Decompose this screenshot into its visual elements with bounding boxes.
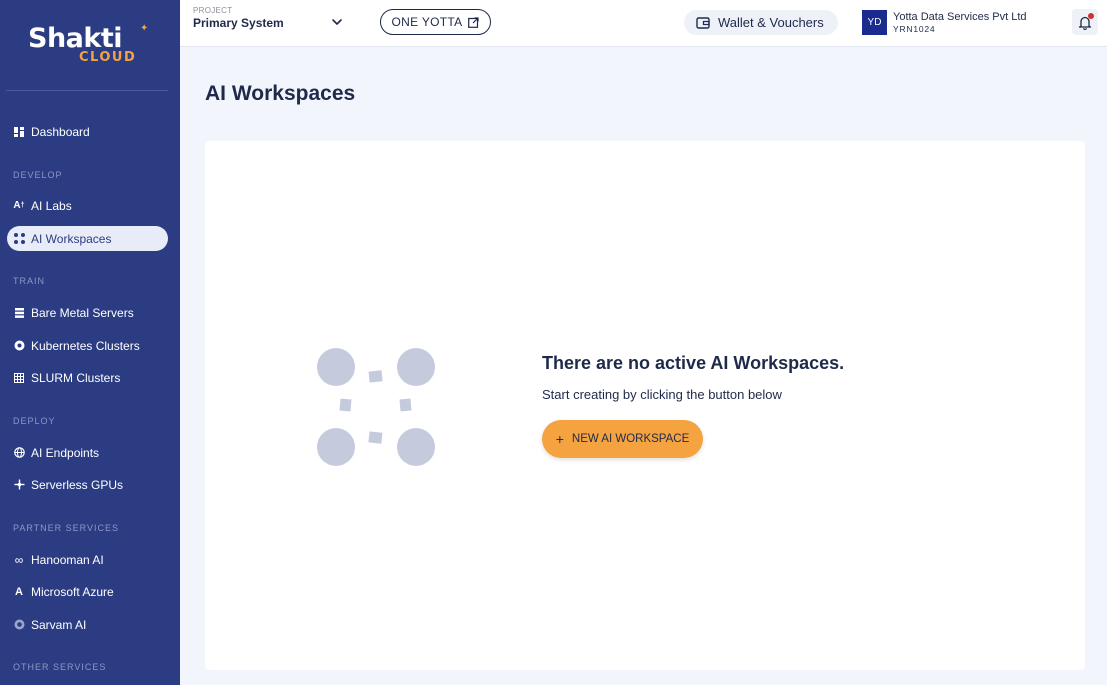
org-id: YRN1024 bbox=[893, 24, 936, 34]
sidebar-item-ai-workspaces[interactable]: AI Workspaces bbox=[7, 226, 168, 251]
sidebar-item-label: Microsoft Azure bbox=[31, 584, 114, 599]
project-value: Primary System bbox=[193, 16, 284, 30]
sidebar-item-serverless-gpus[interactable]: Serverless GPUs bbox=[7, 472, 168, 497]
section-train: TRAIN bbox=[13, 276, 45, 286]
project-label: PROJECT bbox=[193, 6, 233, 15]
chevron-down-icon[interactable] bbox=[330, 15, 344, 29]
sidebar-item-kubernetes-clusters[interactable]: Kubernetes Clusters bbox=[7, 333, 168, 358]
azure-icon: A bbox=[15, 585, 23, 598]
org-name[interactable]: Yotta Data Services Pvt Ltd bbox=[893, 11, 1027, 23]
wallet-label: Wallet & Vouchers bbox=[718, 15, 824, 30]
sidebar: Shakti ✦ CLOUD Dashboard DEVELOP A † AI L… bbox=[0, 0, 180, 685]
sidebar-item-label: Kubernetes Clusters bbox=[31, 338, 140, 353]
section-partner-services: PARTNER SERVICES bbox=[13, 523, 120, 533]
notifications-button[interactable] bbox=[1072, 9, 1098, 35]
sidebar-item-label: Hanooman AI bbox=[31, 552, 104, 567]
sidebar-item-label: Bare Metal Servers bbox=[31, 305, 134, 320]
section-develop: DEVELOP bbox=[13, 170, 63, 180]
avatar[interactable]: YD bbox=[862, 10, 887, 35]
sidebar-item-ai-labs[interactable]: A † AI Labs bbox=[7, 193, 168, 218]
dashboard-icon bbox=[13, 126, 25, 137]
globe-icon bbox=[13, 447, 25, 458]
empty-state-card: There are no active AI Workspaces. Start… bbox=[205, 141, 1085, 670]
empty-state-title: There are no active AI Workspaces. bbox=[542, 353, 845, 373]
notification-badge bbox=[1088, 13, 1094, 19]
sidebar-item-microsoft-azure[interactable]: A Microsoft Azure bbox=[7, 579, 168, 604]
sidebar-item-label: AI Labs bbox=[31, 198, 72, 213]
workspaces-illustration bbox=[317, 348, 435, 466]
external-link-icon bbox=[468, 16, 480, 28]
kubernetes-icon bbox=[13, 340, 25, 351]
one-yotta-button[interactable]: ONE YOTTA bbox=[380, 9, 491, 35]
page-title: AI Workspaces bbox=[205, 82, 356, 105]
topbar: PROJECT Primary System ONE YOTTA Wallet … bbox=[180, 0, 1107, 47]
sidebar-item-ai-endpoints[interactable]: AI Endpoints bbox=[7, 440, 168, 465]
section-other-services: OTHER SERVICES bbox=[13, 662, 107, 672]
divider bbox=[6, 90, 168, 91]
new-ai-workspace-button[interactable]: + NEW AI WORKSPACE bbox=[542, 420, 703, 458]
sidebar-item-sarvam-ai[interactable]: Sarvam AI bbox=[7, 612, 168, 637]
sidebar-item-label: AI Workspaces bbox=[31, 231, 112, 246]
plus-icon: + bbox=[555, 431, 564, 447]
infinity-icon: ∞ bbox=[14, 552, 24, 567]
sparkle-icon: ✦ bbox=[140, 23, 149, 34]
section-deploy: DEPLOY bbox=[13, 416, 56, 426]
sidebar-item-label: Serverless GPUs bbox=[31, 477, 124, 492]
brand-sub: CLOUD bbox=[79, 50, 137, 65]
empty-state-subtitle: Start creating by clicking the button be… bbox=[542, 387, 782, 402]
sidebar-item-dashboard[interactable]: Dashboard bbox=[7, 119, 168, 144]
wallet-icon bbox=[696, 16, 710, 29]
workspaces-icon bbox=[13, 233, 25, 244]
server-icon bbox=[13, 307, 25, 318]
new-ai-workspace-label: NEW AI WORKSPACE bbox=[571, 433, 690, 445]
sidebar-item-label: SLURM Clusters bbox=[31, 370, 121, 385]
serverless-icon bbox=[13, 479, 25, 490]
sidebar-item-slurm-clusters[interactable]: SLURM Clusters bbox=[7, 365, 168, 390]
one-yotta-label: ONE YOTTA bbox=[391, 15, 463, 29]
sidebar-item-label: Sarvam AI bbox=[31, 617, 87, 632]
brand-logo[interactable]: Shakti ✦ CLOUD bbox=[0, 0, 180, 90]
sarvam-icon bbox=[13, 619, 25, 630]
sidebar-item-label: Dashboard bbox=[31, 124, 90, 139]
sidebar-item-label: AI Endpoints bbox=[31, 445, 100, 460]
sidebar-item-hanooman-ai[interactable]: ∞ Hanooman AI bbox=[7, 547, 168, 572]
grid-icon bbox=[13, 372, 25, 383]
ai-labs-icon: A † bbox=[13, 199, 25, 211]
wallet-vouchers-button[interactable]: Wallet & Vouchers bbox=[684, 10, 838, 35]
sidebar-item-bare-metal-servers[interactable]: Bare Metal Servers bbox=[7, 300, 168, 325]
